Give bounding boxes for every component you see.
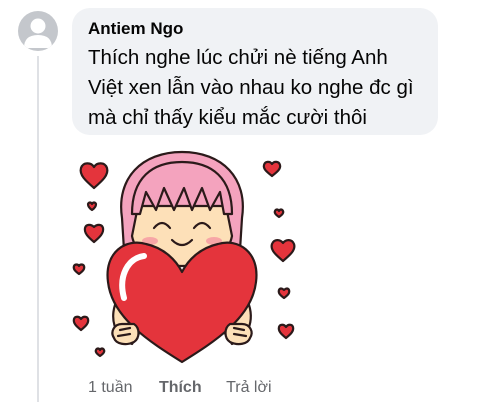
comment-sticker[interactable] [72, 148, 302, 370]
default-user-icon [24, 18, 52, 48]
comment-author[interactable]: Antiem Ngo [88, 18, 424, 39]
comment-thread-line [37, 56, 39, 402]
comment-text: Thích nghe lúc chửi nè tiếng Anh Việt xe… [88, 46, 414, 129]
comment-timestamp[interactable]: 1 tuần [88, 377, 132, 399]
comment-bubble: Antiem Ngo Thích nghe lúc chửi nè tiếng … [72, 8, 438, 135]
like-button[interactable]: Thích [159, 377, 202, 399]
girl-hugging-heart-sticker-icon [72, 150, 296, 364]
reply-button[interactable]: Trả lời [226, 377, 271, 399]
avatar[interactable] [18, 11, 58, 51]
comment-actions: 1 tuần Thích Trả lời [88, 377, 272, 399]
